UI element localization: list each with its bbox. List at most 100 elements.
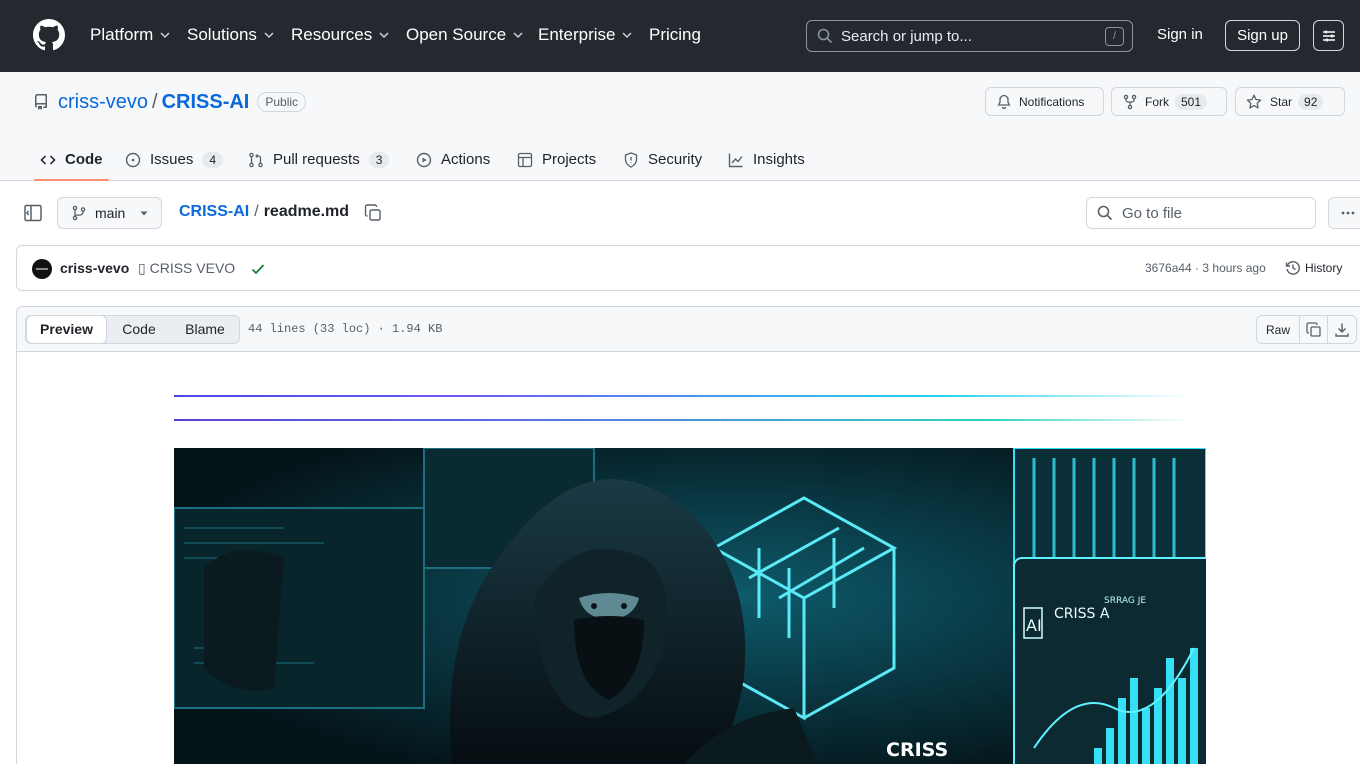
- sliders-icon: [1322, 30, 1335, 41]
- fork-label: Fork: [1145, 94, 1169, 109]
- search-shortcut-key: /: [1105, 27, 1124, 46]
- issue-icon: [125, 152, 141, 167]
- download-button[interactable]: [1328, 316, 1356, 343]
- branch-icon: [72, 205, 86, 221]
- breadcrumb-file: readme.md: [263, 203, 350, 220]
- tab-insights-label: Insights: [753, 151, 805, 168]
- visibility-badge: Public: [257, 92, 307, 112]
- side-panel-toggle-icon[interactable]: [24, 204, 42, 222]
- code-icon: [40, 154, 56, 165]
- notifications-label: Notifications: [1019, 94, 1085, 109]
- raw-button[interactable]: Raw: [1257, 316, 1300, 343]
- search-icon: [817, 28, 833, 44]
- banner-logo-letters: AI: [1026, 616, 1042, 635]
- breadcrumb-repo-link[interactable]: CRISS-AI: [179, 203, 249, 221]
- tab-pull-requests-count: 3: [368, 151, 390, 168]
- repo-title: criss-vevo / CRISS-AI Public: [33, 90, 307, 114]
- fork-button[interactable]: Fork 501: [1111, 87, 1227, 116]
- repo-icon: [35, 94, 47, 110]
- star-label: Star: [1270, 94, 1293, 109]
- commit-message[interactable]: ▯ CRISS VEVO: [138, 260, 235, 277]
- readme-gradient-divider-top: [174, 395, 1192, 397]
- commit-author-link[interactable]: criss-vevo: [60, 260, 129, 276]
- readme-banner-image: AI CRISS A SRRAG JE CRISS: [174, 448, 1206, 764]
- star-icon: [1246, 94, 1262, 109]
- graph-icon: [728, 153, 743, 167]
- tab-blame[interactable]: Blame: [170, 316, 240, 343]
- tab-code-label: Code: [65, 151, 103, 168]
- chevron-down-icon: [264, 32, 274, 39]
- tab-code-view[interactable]: Code: [108, 316, 170, 343]
- more-options-button[interactable]: [1328, 197, 1360, 229]
- tab-issues-label: Issues: [150, 151, 194, 168]
- tab-actions-label: Actions: [441, 151, 491, 168]
- nav-resources-label: Resources: [291, 25, 373, 44]
- commit-hash-time[interactable]: 3676a44 · 3 hours ago: [1145, 261, 1266, 275]
- nav-open-source[interactable]: Open Source: [406, 24, 524, 46]
- nav-enterprise[interactable]: Enterprise: [538, 24, 633, 46]
- nav-platform-label: Platform: [90, 25, 154, 44]
- tab-security[interactable]: Security: [623, 138, 702, 181]
- sign-in-link[interactable]: Sign in: [1157, 26, 1203, 43]
- repo-name-link[interactable]: CRISS-AI: [162, 91, 250, 114]
- table-icon: [517, 152, 533, 167]
- repo-separator: /: [152, 90, 158, 113]
- nav-open-source-label: Open Source: [406, 25, 507, 44]
- repo-header: criss-vevo / CRISS-AI Public Notificatio…: [0, 72, 1360, 181]
- tab-insights[interactable]: Insights: [728, 138, 805, 181]
- tab-preview[interactable]: Preview: [26, 315, 107, 344]
- chevron-down-icon: [622, 32, 633, 39]
- banner-screen-subtitle: SRRAG JE: [1104, 596, 1146, 606]
- latest-commit-bar: criss-vevo ▯ CRISS VEVO 3676a44 · 3 hour…: [16, 245, 1360, 291]
- go-to-file-input[interactable]: Go to file: [1086, 197, 1316, 229]
- github-logo-icon[interactable]: [33, 19, 65, 51]
- history-button[interactable]: History: [1285, 260, 1342, 276]
- bell-icon: [997, 94, 1011, 109]
- banner-brand-text: CRISS: [886, 739, 948, 761]
- file-actions: Raw: [1256, 315, 1357, 344]
- tab-issues-count: 4: [202, 151, 224, 168]
- menu-button[interactable]: [1313, 20, 1344, 51]
- nav-resources[interactable]: Resources: [291, 24, 390, 46]
- tab-projects-label: Projects: [542, 151, 597, 168]
- notifications-button[interactable]: Notifications: [985, 87, 1104, 116]
- readme-gradient-divider-bottom: [174, 419, 1192, 421]
- branch-select-button[interactable]: main: [57, 197, 162, 229]
- search-placeholder: Search or jump to...: [841, 27, 972, 45]
- history-label: History: [1305, 261, 1343, 275]
- chevron-down-icon: [379, 32, 389, 39]
- nav-solutions-label: Solutions: [187, 25, 257, 44]
- chevron-down-icon: [160, 32, 170, 39]
- tab-pull-requests-label: Pull requests: [273, 151, 360, 168]
- copy-raw-button[interactable]: [1300, 316, 1328, 343]
- fork-count: 501: [1175, 93, 1208, 110]
- tab-actions[interactable]: Actions: [416, 138, 490, 181]
- nav-pricing[interactable]: Pricing: [649, 24, 701, 46]
- tab-issues[interactable]: Issues 4: [125, 138, 224, 181]
- copy-path-icon[interactable]: [364, 204, 382, 222]
- avatar[interactable]: [32, 259, 52, 279]
- history-icon: [1285, 261, 1300, 275]
- pull-request-icon: [249, 152, 263, 167]
- nav-platform[interactable]: Platform: [90, 24, 171, 46]
- breadcrumb-separator: /: [254, 203, 259, 220]
- repo-owner-link[interactable]: criss-vevo: [58, 91, 148, 114]
- search-input[interactable]: Search or jump to... /: [806, 20, 1133, 52]
- branch-name: main: [95, 205, 126, 221]
- sign-up-button[interactable]: Sign up: [1225, 20, 1300, 51]
- shield-icon: [624, 151, 638, 168]
- fork-icon: [1123, 94, 1137, 109]
- check-icon[interactable]: [250, 261, 266, 277]
- star-button[interactable]: Star 92: [1235, 87, 1345, 116]
- kebab-horizontal-icon: [1341, 211, 1355, 215]
- tab-pull-requests[interactable]: Pull requests 3: [248, 138, 390, 181]
- go-to-file-placeholder: Go to file: [1122, 204, 1183, 222]
- search-icon: [1097, 205, 1113, 221]
- tab-projects[interactable]: Projects: [517, 138, 596, 181]
- view-switcher: Preview Code Blame: [25, 315, 240, 344]
- chevron-down-icon: [513, 32, 523, 39]
- file-header: Preview Code Blame 44 lines (33 loc) · 1…: [17, 307, 1360, 352]
- tab-code[interactable]: Code: [34, 138, 108, 181]
- nav-solutions[interactable]: Solutions: [187, 24, 275, 46]
- nav-enterprise-label: Enterprise: [538, 25, 616, 44]
